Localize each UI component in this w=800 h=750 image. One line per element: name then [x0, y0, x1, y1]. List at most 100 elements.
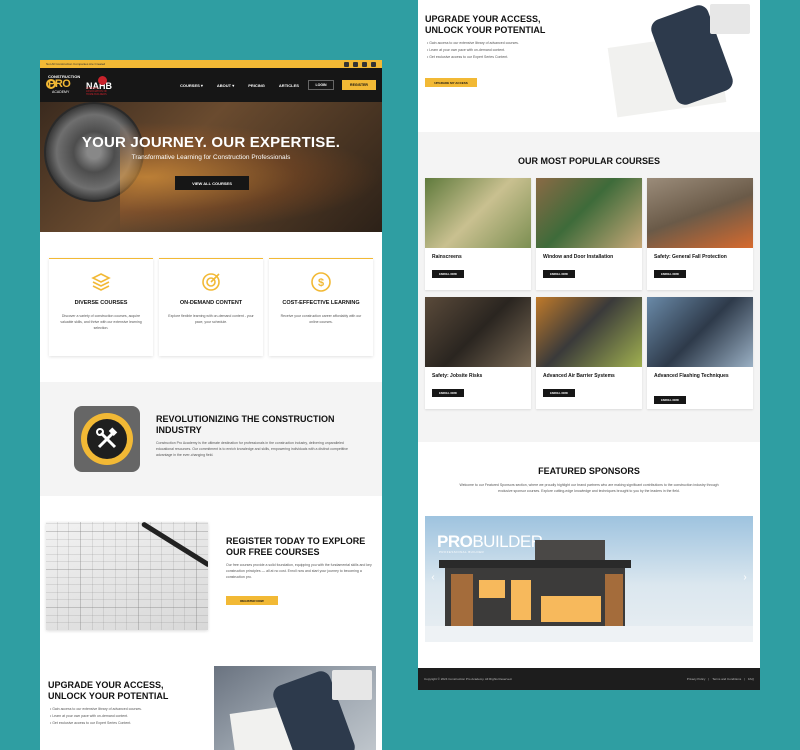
- separator: |: [708, 677, 710, 681]
- hero-banner: YOUR JOURNEY. OUR EXPERTISE. Transformat…: [40, 102, 382, 232]
- blueprint-image: [46, 522, 208, 630]
- announcement-bar: Not All Construction Companies Are Creat…: [40, 60, 382, 68]
- nav-courses[interactable]: COURSES ▾: [180, 83, 203, 88]
- course-title: Safety: General Fall Protection: [654, 254, 727, 260]
- course-card[interactable]: Advanced Air Barrier Systems ENROLL NOW: [536, 297, 642, 409]
- writing-photo: [214, 666, 376, 750]
- enroll-button[interactable]: ENROLL NOW: [543, 270, 575, 278]
- nav-about[interactable]: ABOUT ▾: [217, 83, 234, 88]
- free-courses-section: REGISTER TODAY TO EXPLORE OUR FREE COURS…: [40, 496, 382, 646]
- upgrade-title: UPGRADE YOUR ACCESS, UNLOCK YOUR POTENTI…: [425, 14, 546, 35]
- free-courses-title: REGISTER TODAY TO EXPLORE OUR FREE COURS…: [226, 536, 366, 557]
- login-button[interactable]: LOGIN: [308, 80, 334, 90]
- tools-badge: [74, 406, 140, 472]
- faq-link[interactable]: FAQ: [748, 677, 754, 681]
- site-header: CONSTRUCTION PRO ACADEMY NAHB NATIONAL A…: [40, 68, 382, 102]
- list-item: Get exclusive access to our Expert Serie…: [427, 54, 519, 61]
- nav-pricing[interactable]: PRICING: [248, 83, 265, 88]
- announcement-text: Not All Construction Companies Are Creat…: [46, 62, 106, 66]
- features-row: DIVERSE COURSES Discover a variety of co…: [40, 232, 382, 382]
- tools-icon: [96, 427, 118, 449]
- footer-links: Privacy Policy | Terms and Conditions | …: [687, 677, 754, 681]
- privacy-policy-link[interactable]: Privacy Policy: [687, 677, 706, 681]
- house-image: [439, 540, 631, 628]
- popular-courses-section: OUR MOST POPULAR COURSES Rainscreens ENR…: [418, 132, 760, 442]
- course-image: [536, 178, 642, 248]
- feature-title: DIVERSE COURSES: [74, 300, 128, 306]
- house-icon: [98, 76, 107, 85]
- youtube-icon[interactable]: [362, 61, 367, 67]
- course-image: [425, 178, 531, 248]
- chevron-right-icon[interactable]: ›: [741, 572, 749, 584]
- facebook-icon[interactable]: [344, 61, 349, 67]
- course-card[interactable]: Rainscreens ENROLL NOW: [425, 178, 531, 290]
- about-section: REVOLUTIONIZING THE CONSTRUCTION INDUSTR…: [40, 382, 382, 496]
- site-logo[interactable]: CONSTRUCTION PRO ACADEMY: [46, 73, 82, 97]
- partner-subtitle: NATIONAL ASSOCIATION OF HOME BUILDERS: [86, 87, 108, 96]
- view-all-courses-button[interactable]: VIEW ALL COURSES: [175, 176, 249, 190]
- feature-title: ON-DEMAND CONTENT: [179, 300, 243, 306]
- chevron-left-icon[interactable]: ‹: [429, 572, 437, 584]
- sponsors-text: Welcome to our Featured Sponsors section…: [459, 483, 719, 493]
- register-now-button[interactable]: REGISTER NOW: [226, 596, 278, 605]
- logo-bottom-text: ACADEMY: [52, 90, 70, 94]
- list-item: Gain access to our extensive library of …: [50, 706, 142, 713]
- upgrade-title: UPGRADE YOUR ACCESS, UNLOCK YOUR POTENTI…: [48, 680, 169, 701]
- course-title: Advanced Flashing Techniques: [654, 373, 729, 379]
- course-image: [647, 178, 753, 248]
- feature-text: Explore flexible learning with on-demand…: [168, 314, 254, 324]
- enroll-button[interactable]: ENROLL NOW: [543, 389, 575, 397]
- upgrade-list: Gain access to our extensive library of …: [427, 40, 519, 61]
- sponsor-logo: PROBUILDER: [437, 532, 543, 551]
- course-image: [536, 297, 642, 367]
- writing-photo: [592, 0, 754, 118]
- social-icons: [344, 61, 376, 67]
- linkedin-icon[interactable]: [371, 61, 376, 67]
- course-card[interactable]: Safety: Jobsite Risks ENROLL NOW: [425, 297, 531, 409]
- register-button[interactable]: REGISTER: [342, 80, 376, 90]
- enroll-button[interactable]: ENROLL NOW: [654, 270, 686, 278]
- feature-text: Receive your construction career afforda…: [280, 314, 362, 324]
- about-title: REVOLUTIONIZING THE CONSTRUCTION INDUSTR…: [156, 414, 335, 435]
- sponsors-title: FEATURED SPONSORS: [538, 466, 640, 476]
- free-courses-text: Our free courses provide a solid foundat…: [226, 563, 372, 579]
- course-image: [647, 297, 753, 367]
- course-title: Rainscreens: [432, 254, 462, 260]
- list-item: Learn at your own pace with on-demand co…: [50, 713, 142, 720]
- hero-title: YOUR JOURNEY. OUR EXPERTISE.: [81, 134, 341, 151]
- feature-card: ON-DEMAND CONTENT Explore flexible learn…: [159, 258, 263, 356]
- upgrade-section: UPGRADE YOUR ACCESS, UNLOCK YOUR POTENTI…: [418, 0, 760, 132]
- course-card[interactable]: Advanced Flashing Techniques ENROLL NOW: [647, 297, 753, 409]
- feature-title: COST-EFFECTIVE LEARNING: [282, 300, 360, 306]
- upgrade-access-button[interactable]: UPGRADE MY ACCESS: [425, 78, 477, 87]
- course-card[interactable]: Window and Door Installation ENROLL NOW: [536, 178, 642, 290]
- logo-main-text: PRO: [48, 78, 71, 90]
- homepage-bottom-mockup: UPGRADE YOUR ACCESS, UNLOCK YOUR POTENTI…: [418, 0, 760, 690]
- terms-link[interactable]: Terms and Conditions: [712, 677, 741, 681]
- course-title: Advanced Air Barrier Systems: [543, 373, 615, 379]
- enroll-button[interactable]: ENROLL NOW: [432, 389, 464, 397]
- svg-text:$: $: [318, 277, 324, 289]
- site-footer: Copyright © 2024 Construction Pro Academ…: [418, 668, 760, 690]
- enroll-button[interactable]: ENROLL NOW: [654, 396, 686, 404]
- nav-articles[interactable]: ARTICLES: [279, 83, 299, 88]
- partner-logo: NAHB NATIONAL ASSOCIATION OF HOME BUILDE…: [86, 76, 112, 96]
- upgrade-section: UPGRADE YOUR ACCESS, UNLOCK YOUR POTENTI…: [40, 646, 382, 750]
- enroll-button[interactable]: ENROLL NOW: [432, 270, 464, 278]
- feature-text: Discover a variety of construction cours…: [60, 314, 142, 330]
- target-icon: [200, 271, 222, 293]
- upgrade-list: Gain access to our extensive library of …: [50, 706, 142, 727]
- feature-card: $ COST-EFFECTIVE LEARNING Receive your c…: [269, 258, 373, 356]
- list-item: Learn at your own pace with on-demand co…: [427, 47, 519, 54]
- course-card[interactable]: Safety: General Fall Protection ENROLL N…: [647, 178, 753, 290]
- dollar-icon: $: [310, 271, 332, 293]
- sponsor-logo-sub: PROFESSIONAL BUILDER: [439, 550, 485, 554]
- list-item: Gain access to our extensive library of …: [427, 40, 519, 47]
- course-image: [425, 297, 531, 367]
- copyright-text: Copyright © 2024 Construction Pro Academ…: [424, 677, 513, 681]
- sponsors-section: FEATURED SPONSORS Welcome to our Feature…: [418, 442, 760, 668]
- feature-card: DIVERSE COURSES Discover a variety of co…: [49, 258, 153, 356]
- main-nav: COURSES ▾ ABOUT ▾ PRICING ARTICLES: [180, 68, 299, 102]
- instagram-icon[interactable]: [353, 61, 358, 67]
- sponsor-carousel[interactable]: PROBUILDER PROFESSIONAL BUILDER ‹ ›: [425, 516, 753, 642]
